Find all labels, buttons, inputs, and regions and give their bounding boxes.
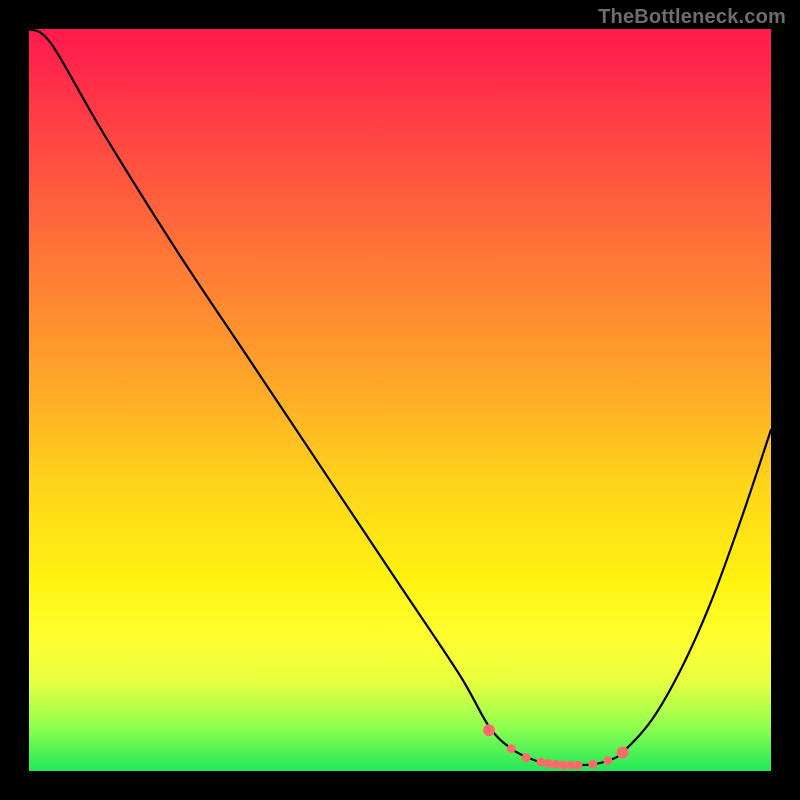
highlight-dot: [603, 756, 612, 765]
highlight-dot: [559, 761, 568, 770]
minimum-highlight: [483, 724, 629, 769]
watermark-text: TheBottleneck.com: [598, 6, 786, 29]
highlight-dot: [551, 760, 560, 769]
bottleneck-curve: [29, 29, 771, 765]
highlight-dot: [544, 759, 553, 768]
highlight-dot: [483, 724, 495, 736]
highlight-dot: [617, 747, 629, 759]
highlight-dot: [588, 760, 597, 769]
curve-layer: [29, 29, 771, 771]
highlight-dot: [566, 761, 575, 770]
plot-area: [29, 29, 771, 771]
highlight-dot: [537, 758, 546, 767]
chart-frame: TheBottleneck.com: [0, 0, 800, 800]
highlight-dot: [522, 753, 531, 762]
highlight-dot: [507, 744, 516, 753]
highlight-dot: [574, 761, 583, 770]
